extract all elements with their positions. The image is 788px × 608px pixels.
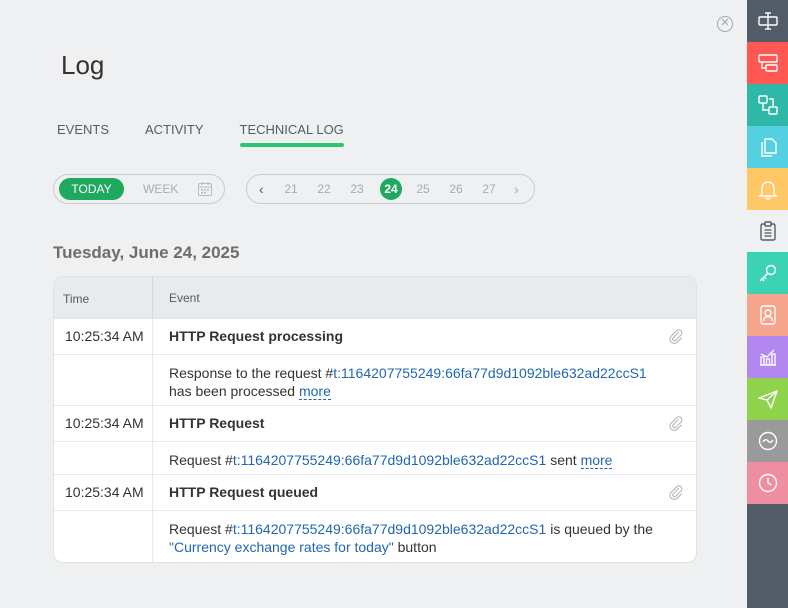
tab-technical-log[interactable]: TECHNICAL LOG — [239, 122, 345, 147]
log-table: Time Event 10:25:34 AM HTTP Request proc… — [53, 276, 697, 563]
detail-suffix: button — [397, 539, 437, 555]
column-time: Time — [54, 277, 153, 318]
close-button[interactable]: ✕ — [717, 16, 733, 32]
paperclip-icon[interactable] — [668, 484, 684, 500]
detail-prefix: Response to the request # — [169, 365, 334, 381]
table-row: 10:25:34 AM HTTP Request — [54, 406, 696, 442]
event-title: HTTP Request — [169, 415, 265, 431]
row-detail: Response to the request #t:1164207755249… — [153, 355, 696, 405]
row-title: HTTP Request — [153, 406, 696, 441]
day-24[interactable]: 24 — [380, 178, 402, 200]
day-22[interactable]: 22 — [313, 178, 335, 200]
event-title: HTTP Request queued — [169, 484, 319, 500]
clock-icon — [758, 473, 777, 493]
rail-item-documents[interactable] — [747, 126, 788, 168]
page-title: Log — [61, 50, 105, 80]
rail-item-layout[interactable] — [747, 42, 788, 84]
clipboard-icon — [759, 221, 776, 241]
button-name-link[interactable]: "Currency exchange rates for today" — [169, 539, 394, 555]
wave-icon — [758, 431, 777, 451]
request-link[interactable]: t:1164207755249:66fa77d9d1092ble632ad22c… — [233, 521, 546, 537]
tab-activity[interactable]: ACTIVITY — [145, 122, 204, 145]
row-time: 10:25:34 AM — [54, 475, 153, 510]
right-rail — [747, 0, 788, 608]
table-row: Request #t:1164207755249:66fa77d9d1092bl… — [54, 511, 696, 562]
paperclip-icon[interactable] — [668, 415, 684, 431]
chart-icon — [759, 349, 776, 366]
table-row: Response to the request #t:1164207755249… — [54, 355, 696, 406]
period-switcher: TODAY WEEK — [53, 174, 225, 204]
rail-item-contacts[interactable] — [747, 294, 788, 336]
paperclip-icon[interactable] — [668, 328, 684, 344]
rail-item-notifications[interactable] — [747, 168, 788, 210]
row-time-empty — [54, 355, 153, 405]
row-time: 10:25:34 AM — [54, 406, 153, 441]
rail-item-log[interactable] — [747, 210, 788, 252]
table-row: 10:25:34 AM HTTP Request queued — [54, 475, 696, 511]
table-row: Request #t:1164207755249:66fa77d9d1092bl… — [54, 442, 696, 475]
request-link[interactable]: t:1164207755249:66fa77d9d1092ble632ad22c… — [233, 452, 546, 468]
day-21[interactable]: 21 — [280, 178, 302, 200]
form-icon — [757, 12, 778, 30]
send-icon — [757, 390, 778, 409]
layout-icon — [757, 54, 778, 72]
chevron-right-icon[interactable]: › — [514, 175, 519, 203]
day-23[interactable]: 23 — [346, 178, 368, 200]
calendar-icon[interactable] — [197, 181, 213, 197]
documents-icon — [760, 138, 777, 157]
row-time-empty — [54, 511, 153, 562]
row-title: HTTP Request queued — [153, 475, 696, 510]
detail-suffix: has been processed — [169, 383, 296, 399]
key-icon — [759, 264, 776, 282]
detail-suffix: sent — [550, 452, 577, 468]
day-selector: ‹ 21 22 23 24 25 26 27 › — [246, 174, 535, 204]
rail-item-history[interactable] — [747, 462, 788, 504]
rail-item-access[interactable] — [747, 252, 788, 294]
tab-events[interactable]: EVENTS — [57, 122, 109, 145]
row-detail: Request #t:1164207755249:66fa77d9d1092bl… — [153, 442, 696, 474]
chevron-left-icon[interactable]: ‹ — [259, 175, 264, 203]
row-time: 10:25:34 AM — [54, 319, 153, 354]
detail-mid: is queued by the — [550, 521, 653, 537]
day-25[interactable]: 25 — [412, 178, 434, 200]
detail-prefix: Request # — [169, 521, 233, 537]
detail-prefix: Request # — [169, 452, 233, 468]
table-row: 10:25:34 AM HTTP Request processing — [54, 319, 696, 355]
more-link[interactable]: more — [580, 452, 613, 469]
rail-item-flow[interactable] — [747, 84, 788, 126]
rail-item-activity[interactable] — [747, 420, 788, 462]
rail-item-analytics[interactable] — [747, 336, 788, 378]
tab-bar: EVENTS ACTIVITY TECHNICAL LOG — [57, 122, 380, 147]
request-link[interactable]: t:1164207755249:66fa77d9d1092ble632ad22c… — [333, 365, 646, 381]
table-header: Time Event — [54, 277, 696, 319]
event-title: HTTP Request processing — [169, 328, 344, 344]
week-button[interactable]: WEEK — [143, 178, 178, 200]
flow-icon — [757, 95, 778, 115]
row-detail: Request #t:1164207755249:66fa77d9d1092bl… — [153, 511, 696, 562]
day-26[interactable]: 26 — [445, 178, 467, 200]
row-title: HTTP Request processing — [153, 319, 696, 354]
column-event: Event — [169, 291, 200, 305]
date-heading: Tuesday, June 24, 2025 — [53, 243, 240, 262]
more-link[interactable]: more — [298, 383, 331, 400]
bell-icon — [757, 181, 778, 200]
rail-item-form[interactable] — [747, 0, 788, 42]
rail-item-send[interactable] — [747, 378, 788, 420]
contact-icon — [759, 305, 776, 325]
row-time-empty — [54, 442, 153, 474]
day-27[interactable]: 27 — [478, 178, 500, 200]
today-button[interactable]: TODAY — [59, 178, 124, 200]
